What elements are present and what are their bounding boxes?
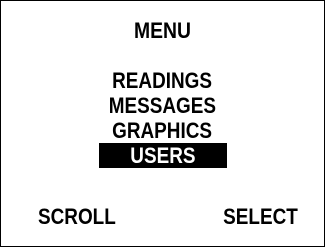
menu-item-label: MESSAGES	[108, 93, 217, 118]
menu-item-messages[interactable]: MESSAGES	[1, 93, 324, 118]
menu-item-users[interactable]: USERS	[98, 143, 227, 168]
menu-item-label: GRAPHICS	[112, 118, 213, 143]
select-softkey[interactable]: SELECT	[223, 204, 298, 230]
device-screen: MENU READINGS MESSAGES GRAPHICS USERS SC…	[0, 0, 325, 247]
scroll-softkey[interactable]: SCROLL	[38, 204, 116, 230]
menu-item-graphics[interactable]: GRAPHICS	[1, 118, 324, 143]
menu-item-readings[interactable]: READINGS	[1, 68, 324, 93]
menu-list: READINGS MESSAGES GRAPHICS USERS	[1, 68, 324, 168]
menu-title: MENU	[133, 18, 192, 43]
softkey-bar: SCROLL SELECT	[1, 204, 324, 230]
menu-item-label: READINGS	[112, 68, 213, 93]
menu-item-label: USERS	[129, 143, 196, 168]
